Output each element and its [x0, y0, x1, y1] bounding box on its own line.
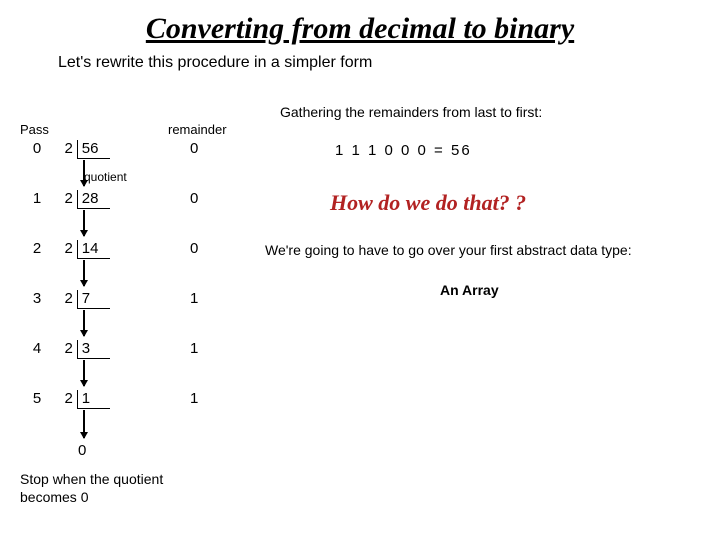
page-title: Converting from decimal to binary	[0, 12, 720, 46]
division-step: 4 23	[28, 340, 110, 359]
remainder-column-header: remainder	[168, 122, 227, 137]
dividend: 56	[77, 140, 110, 159]
down-arrow-icon	[83, 210, 85, 236]
divisor: 2	[64, 290, 76, 307]
remainder-value: 0	[190, 240, 198, 257]
divisor: 2	[64, 240, 76, 257]
divisor: 2	[64, 390, 76, 407]
pass-column-header: Pass	[20, 122, 49, 137]
down-arrow-icon	[83, 260, 85, 286]
down-arrow-icon	[83, 160, 85, 186]
dividend: 7	[77, 290, 110, 309]
abstract-type-intro: We're going to have to go over your firs…	[265, 242, 632, 258]
pass-number: 3	[28, 290, 46, 307]
how-do-we-question: How do we do that? ?	[330, 190, 526, 216]
divisor: 2	[64, 340, 76, 357]
pass-number: 5	[28, 390, 46, 407]
division-step: 5 21	[28, 390, 110, 409]
pass-number: 4	[28, 340, 46, 357]
subtitle: Let's rewrite this procedure in a simple…	[58, 54, 720, 72]
dividend: 14	[77, 240, 110, 259]
remainder-value: 0	[190, 190, 198, 207]
remainder-value: 1	[190, 340, 198, 357]
stop-condition-text: Stop when the quotientbecomes 0	[20, 470, 163, 506]
quotient-label: quotient	[84, 170, 127, 184]
divisor: 2	[64, 140, 76, 157]
division-step: 1 228	[28, 190, 110, 209]
gathering-text: Gathering the remainders from last to fi…	[280, 104, 542, 120]
an-array-label: An Array	[440, 282, 499, 298]
pass-number: 1	[28, 190, 46, 207]
remainder-value: 1	[190, 390, 198, 407]
division-step: 3 27	[28, 290, 110, 309]
down-arrow-icon	[83, 410, 85, 438]
binary-result: 1 1 1 0 0 0 = 56	[335, 142, 472, 159]
down-arrow-icon	[83, 360, 85, 386]
pass-number: 0	[28, 140, 46, 157]
pass-number: 2	[28, 240, 46, 257]
dividend: 28	[77, 190, 110, 209]
down-arrow-icon	[83, 310, 85, 336]
remainder-value: 1	[190, 290, 198, 307]
remainder-value: 0	[190, 140, 198, 157]
division-step: 2 214	[28, 240, 110, 259]
dividend: 3	[77, 340, 110, 359]
final-quotient: 0	[78, 442, 86, 459]
divisor: 2	[64, 190, 76, 207]
division-step: 0 256	[28, 140, 110, 159]
dividend: 1	[77, 390, 110, 409]
